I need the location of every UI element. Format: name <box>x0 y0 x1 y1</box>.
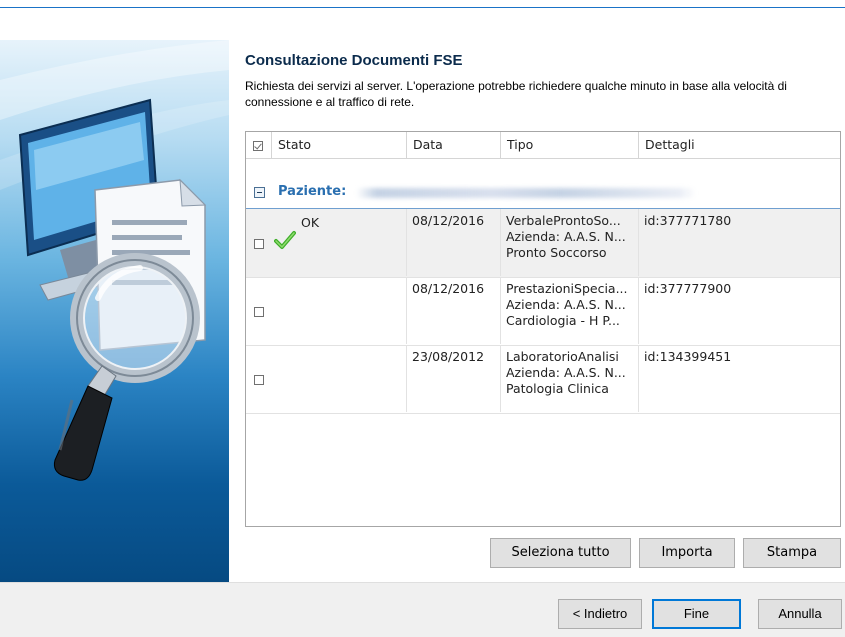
column-header-dettagli[interactable]: Dettagli <box>639 132 840 158</box>
column-header-stato[interactable]: Stato <box>272 132 407 158</box>
type-line: Patologia Clinica <box>506 381 609 396</box>
type-line: PrestazioniSpecia... <box>506 281 628 296</box>
type-line: Azienda: A.A.S. N... <box>506 365 626 380</box>
type-line: LaboratorioAnalisi <box>506 349 619 364</box>
table-row[interactable]: OK 08/12/2016 VerbaleProntoSo... Azienda… <box>246 209 840 278</box>
details-cell: id:134399451 <box>644 349 732 364</box>
status-cell: OK <box>246 209 407 276</box>
document-search-illustration-icon <box>0 40 229 481</box>
window-top-edge <box>0 0 845 8</box>
type-line: Cardiologia - H P... <box>506 313 620 328</box>
type-cell: PrestazioniSpecia... Azienda: A.A.S. N..… <box>501 277 639 344</box>
row-checkbox[interactable] <box>254 307 264 317</box>
header-checkbox-cell[interactable] <box>246 132 272 158</box>
dialog-title: Consultazione Documenti FSE <box>245 52 463 69</box>
ok-check-icon <box>274 231 296 249</box>
wizard-side-banner <box>0 40 229 582</box>
type-line: Azienda: A.A.S. N... <box>506 297 626 312</box>
dialog-subtitle: Richiesta dei servizi al server. L'opera… <box>245 79 787 109</box>
details-cell: id:377777900 <box>644 281 732 296</box>
row-checkbox[interactable] <box>254 239 264 249</box>
date-cell: 08/12/2016 <box>407 209 501 276</box>
type-line: VerbaleProntoSo... <box>506 213 621 228</box>
status-text: OK <box>301 215 320 230</box>
date-cell: 08/12/2016 <box>407 277 501 344</box>
import-button[interactable]: Importa <box>639 538 735 568</box>
date-cell: 23/08/2012 <box>407 345 501 412</box>
documents-grid[interactable]: Stato Data Tipo Dettagli Paziente: OK 08… <box>245 131 841 527</box>
collapse-group-icon[interactable] <box>254 187 265 198</box>
type-line: Azienda: A.A.S. N... <box>506 229 626 244</box>
wizard-footer: < Indietro Fine Annulla <box>0 582 845 637</box>
select-all-checkbox[interactable] <box>253 141 263 151</box>
print-button[interactable]: Stampa <box>743 538 841 568</box>
details-cell: id:377771780 <box>644 213 732 228</box>
select-all-button[interactable]: Seleziona tutto <box>490 538 631 568</box>
table-row[interactable]: 23/08/2012 LaboratorioAnalisi Azienda: A… <box>246 345 840 414</box>
redacted-patient-name <box>356 188 696 198</box>
back-button[interactable]: < Indietro <box>558 599 642 629</box>
type-line: Pronto Soccorso <box>506 245 607 260</box>
grid-header: Stato Data Tipo Dettagli <box>246 132 840 159</box>
cancel-button[interactable]: Annulla <box>758 599 842 629</box>
row-checkbox[interactable] <box>254 375 264 385</box>
group-row-paziente[interactable]: Paziente: <box>246 178 840 209</box>
column-header-tipo[interactable]: Tipo <box>501 132 639 158</box>
status-cell <box>246 277 407 344</box>
type-cell: LaboratorioAnalisi Azienda: A.A.S. N... … <box>501 345 639 412</box>
column-header-data[interactable]: Data <box>407 132 501 158</box>
status-cell <box>246 345 407 412</box>
type-cell: VerbaleProntoSo... Azienda: A.A.S. N... … <box>501 209 639 276</box>
table-row[interactable]: 08/12/2016 PrestazioniSpecia... Azienda:… <box>246 277 840 346</box>
group-label: Paziente: <box>278 184 347 199</box>
finish-button[interactable]: Fine <box>652 599 741 629</box>
